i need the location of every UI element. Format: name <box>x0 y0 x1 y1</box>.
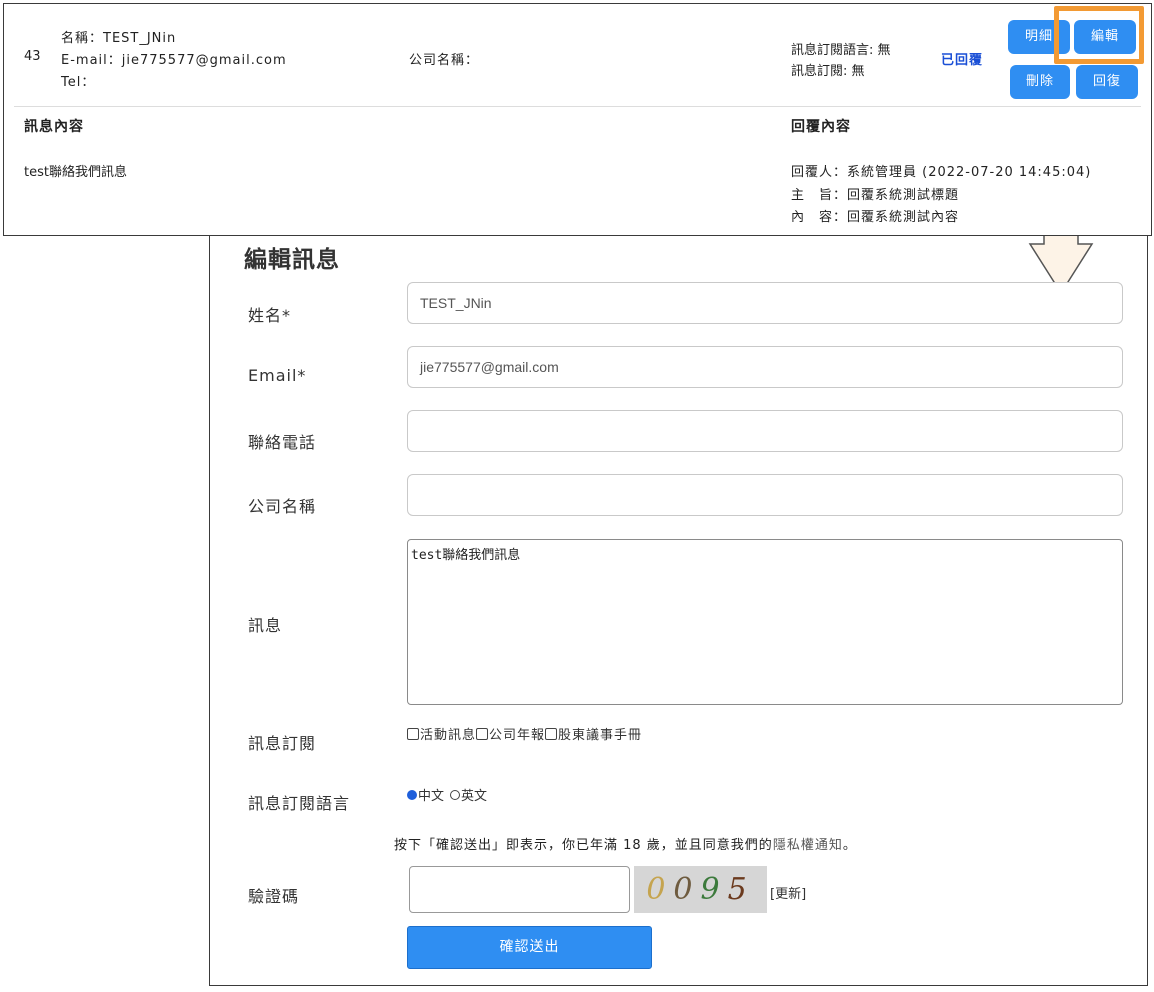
email-input[interactable]: jie775577@gmail.com <box>407 346 1123 388</box>
edit-button[interactable]: 編輯 <box>1074 20 1136 54</box>
delete-button[interactable]: 刪除 <box>1010 65 1070 99</box>
row-company: 公司名稱： <box>409 53 480 68</box>
message-textarea[interactable]: test聯絡我們訊息 <box>407 539 1123 705</box>
language-option-label: 中文 <box>418 789 445 804</box>
row-subscription-language: 訊息訂閱語言: 無 <box>791 43 891 58</box>
captcha-image: 0095 <box>634 866 767 913</box>
divider <box>14 106 1141 107</box>
subscription-label: 訊息訂閱 <box>248 734 317 753</box>
consent-text: 按下「確認送出」即表示，你已年滿 18 歲，並且同意我們的隱私權通知。 <box>394 834 857 853</box>
reply-by: 回覆人：系統管理員 (2022-07-20 14:45:04) <box>791 165 1092 180</box>
captcha-label: 驗證碼 <box>248 887 300 906</box>
row-subscription: 訊息訂閱: 無 <box>791 64 865 79</box>
email-label: Email* <box>248 366 307 385</box>
language-radio-english[interactable] <box>450 789 461 800</box>
row-email: E-mail：jie775577@gmail.com <box>61 53 287 68</box>
consent-prefix: 按下「確認送出」即表示，你已年滿 18 歲，並且同意我們的 <box>394 838 773 853</box>
subscription-checkbox-activity[interactable] <box>407 727 419 740</box>
reply-content: 內 容：回覆系統測試內容 <box>791 210 960 225</box>
reply-subject: 主 旨：回覆系統測試標題 <box>791 188 960 203</box>
language-option-label: 英文 <box>461 789 488 804</box>
name-label: 姓名* <box>248 306 292 325</box>
row-index: 43 <box>24 49 41 64</box>
row-name: 名稱：TEST_JNin <box>61 31 177 46</box>
subscription-option-label: 股東議事手冊 <box>558 728 643 743</box>
status-badge: 已回覆 <box>941 53 984 68</box>
content-title: 訊息內容 <box>24 119 84 135</box>
privacy-notice-link[interactable]: 隱私權通知 <box>773 838 843 853</box>
submit-button[interactable]: 確認送出 <box>407 926 652 969</box>
captcha-input[interactable] <box>409 866 630 913</box>
consent-suffix: 。 <box>842 838 857 853</box>
subscription-language-label: 訊息訂閱語言 <box>248 794 351 813</box>
message-row-card: 43 名稱：TEST_JNin E-mail：jie775577@gmail.c… <box>3 3 1152 236</box>
row-tel: Tel： <box>61 75 96 90</box>
reply-button[interactable]: 回復 <box>1076 65 1138 99</box>
subscription-option-label: 活動訊息 <box>420 728 477 743</box>
edit-message-panel: 編輯訊息 姓名* TEST_JNin Email* jie775577@gmai… <box>209 196 1148 986</box>
message-content: test聯絡我們訊息 <box>24 165 127 180</box>
company-label: 公司名稱 <box>248 497 317 516</box>
reply-title: 回覆內容 <box>791 119 851 135</box>
phone-label: 聯絡電話 <box>248 433 317 452</box>
subscription-options: 活動訊息 公司年報 股東議事手冊 <box>407 724 642 743</box>
detail-button[interactable]: 明細 <box>1008 20 1070 54</box>
subscription-checkbox-shareholder[interactable] <box>545 727 558 740</box>
subscription-checkbox-annual-report[interactable] <box>476 727 489 740</box>
form-title: 編輯訊息 <box>244 247 340 273</box>
language-options: 中文 英文 <box>407 785 487 804</box>
name-input[interactable]: TEST_JNin <box>407 282 1123 324</box>
captcha-refresh-link[interactable]: [更新] <box>770 883 806 902</box>
company-input[interactable] <box>407 474 1123 516</box>
language-radio-chinese[interactable] <box>407 789 417 800</box>
phone-input[interactable] <box>407 410 1123 452</box>
subscription-option-label: 公司年報 <box>489 728 546 743</box>
message-label: 訊息 <box>248 616 283 635</box>
